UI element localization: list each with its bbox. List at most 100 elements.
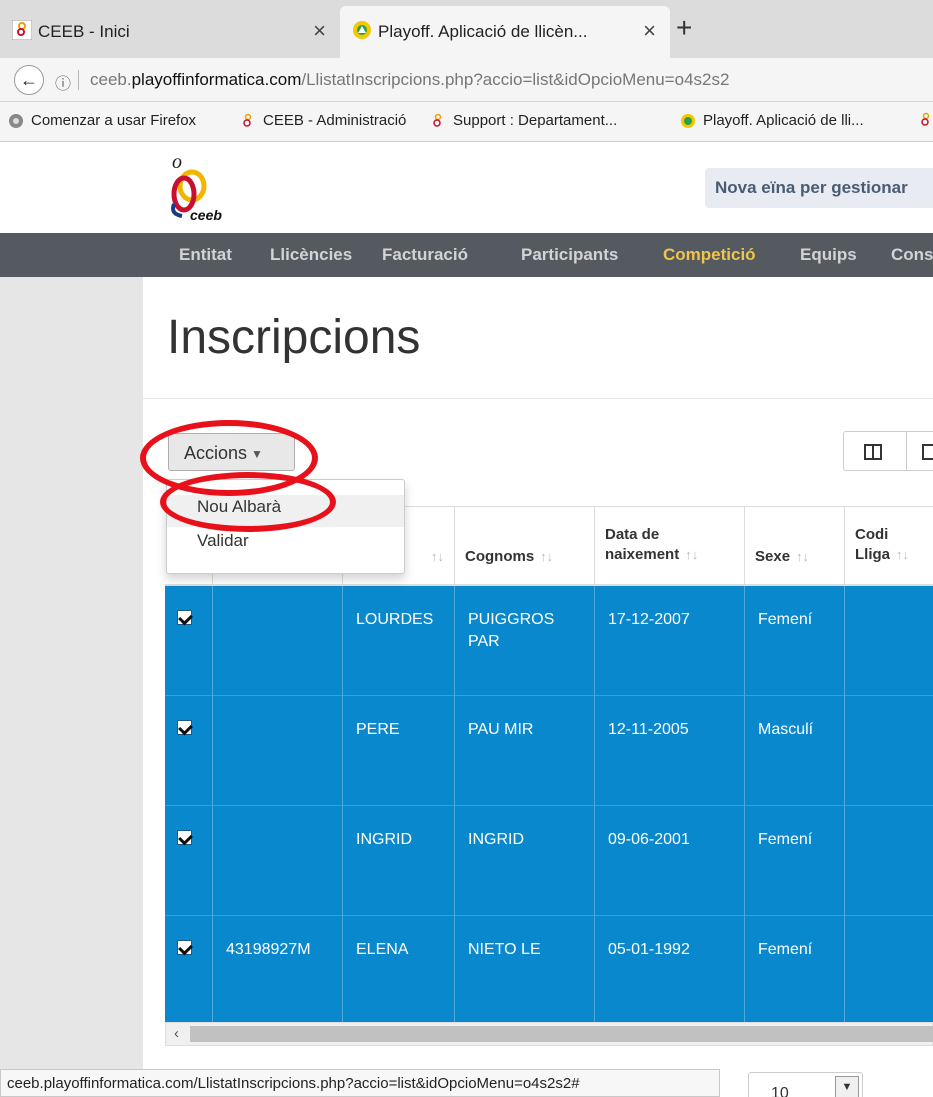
sort-icon: ↑↓ <box>896 547 910 562</box>
td-data: 09-06-2001 <box>595 806 745 916</box>
td-dni <box>213 696 343 806</box>
page-title: Inscripcions <box>167 311 421 364</box>
globe-icon <box>9 113 23 128</box>
divider <box>143 398 933 399</box>
sort-icon: ↑↓ <box>431 549 444 564</box>
browser-tab-playoff[interactable]: Playoff. Aplicació de llicèn... × <box>340 6 670 58</box>
nav-facturacio[interactable]: Facturació <box>382 245 468 265</box>
nav-cons[interactable]: Cons <box>891 245 933 265</box>
horizontal-scrollbar[interactable]: ‹ <box>165 1022 933 1046</box>
td-select <box>165 586 213 696</box>
menu-item-validar[interactable]: Validar <box>167 532 404 552</box>
td-codi <box>845 916 933 1026</box>
td-data: 12-11-2005 <box>595 696 745 806</box>
divider <box>78 70 79 90</box>
td-data: 17-12-2007 <box>595 586 745 696</box>
close-tab-icon[interactable]: × <box>313 18 326 44</box>
bookmark-ceeb-admin[interactable]: CEEB - Administració <box>240 112 406 129</box>
ceeb-logo[interactable]: o ceeb <box>160 148 250 230</box>
td-dni <box>213 586 343 696</box>
site-info-icon[interactable]: ⓘ <box>55 70 71 94</box>
nav-equips[interactable]: Equips <box>800 245 857 265</box>
browser-status-bar: ceeb.playoffinformatica.com/LlistatInscr… <box>0 1069 720 1097</box>
playoff-favicon-icon <box>353 21 371 39</box>
export-icon[interactable] <box>922 444 933 460</box>
scrollbar-thumb[interactable] <box>190 1026 933 1042</box>
chevron-down-icon[interactable]: ▼ <box>835 1076 859 1097</box>
nav-participants[interactable]: Participants <box>521 245 618 265</box>
th-data-naixement[interactable]: Data de naixement ↑↓ <box>595 507 745 587</box>
back-arrow-icon[interactable]: ← <box>14 65 44 95</box>
ceeb-icon <box>433 113 442 127</box>
th-sexe[interactable]: Sexe ↑↓ <box>745 507 845 587</box>
td-codi <box>845 806 933 916</box>
close-tab-icon[interactable]: × <box>643 18 656 44</box>
td-cognoms: PAU MIR <box>455 696 595 806</box>
nav-competicio[interactable]: Competició <box>663 245 756 265</box>
td-select <box>165 696 213 806</box>
main-navbar: Entitat Llicències Facturació Participan… <box>0 233 933 277</box>
td-select <box>165 806 213 916</box>
bookmark-label: CEEB - Administració <box>263 112 407 129</box>
table-row[interactable]: 43198927M ELENA NIETO LE 05-01-1992 Feme… <box>165 916 933 1026</box>
table-view-toggle <box>843 431 933 471</box>
th-cognoms[interactable]: Cognoms ↑↓ <box>455 507 595 587</box>
td-nom: LOURDES <box>343 586 455 696</box>
bookmark-firefox[interactable]: Comenzar a usar Firefox <box>8 112 196 129</box>
td-cognoms: NIETO LE <box>455 916 595 1026</box>
row-checkbox[interactable] <box>177 610 192 625</box>
address-bar: ← ⓘ ceeb.playoffinformatica.com/LlistatI… <box>0 58 933 102</box>
url-path: /LlistatInscripcions.php?accio=list&idOp… <box>301 70 730 89</box>
td-codi <box>845 586 933 696</box>
nav-llicencies[interactable]: Llicències <box>270 245 352 265</box>
tab-title: Playoff. Aplicació de llicèn... <box>378 22 588 41</box>
table-row[interactable]: INGRID INGRID 09-06-2001 Femení <box>165 806 933 916</box>
bookmark-label: Playoff. Aplicació de lli... <box>703 112 864 129</box>
ceeb-favicon-icon <box>12 20 32 40</box>
table-row[interactable]: LOURDES PUIGGROS PAR 17-12-2007 Femení <box>165 586 933 696</box>
td-data: 05-01-1992 <box>595 916 745 1026</box>
bookmark-support[interactable]: Support : Departament... <box>430 112 617 129</box>
th-label: Cognoms <box>465 548 535 565</box>
td-sexe: Femení <box>745 916 845 1026</box>
ceeb-icon <box>921 112 930 126</box>
td-cognoms: INGRID <box>455 806 595 916</box>
row-checkbox[interactable] <box>177 940 192 955</box>
sort-icon: ↑↓ <box>540 549 554 564</box>
page-size-value: 10 <box>771 1085 789 1097</box>
browser-tab-ceeb[interactable]: CEEB - Inici × <box>0 6 340 58</box>
td-nom: ELENA <box>343 916 455 1026</box>
td-dni: 43198927M <box>213 916 343 1026</box>
th-label: Sexe <box>755 548 791 565</box>
row-checkbox[interactable] <box>177 830 192 845</box>
nav-entitat[interactable]: Entitat <box>179 245 232 265</box>
bookmark-playoff[interactable]: Playoff. Aplicació de lli... <box>680 112 864 129</box>
td-dni <box>213 806 343 916</box>
columns-icon[interactable] <box>864 444 882 460</box>
td-nom: INGRID <box>343 806 455 916</box>
th-codi-lliga[interactable]: Codi Lliga ↑↓ <box>845 507 933 587</box>
td-nom: PERE <box>343 696 455 806</box>
announcement-banner: Nova eïna per gestionar <box>705 168 933 208</box>
th-label: Data de naixement <box>605 526 680 563</box>
td-sexe: Femení <box>745 806 845 916</box>
bookmark-overflow[interactable] <box>918 112 933 128</box>
svg-text:o: o <box>172 151 182 173</box>
new-tab-icon[interactable]: + <box>676 12 692 44</box>
left-gutter <box>0 277 143 1097</box>
row-checkbox[interactable] <box>177 720 192 735</box>
bookmark-label: Support : Departament... <box>453 112 618 129</box>
playoff-icon <box>681 113 695 128</box>
table-row[interactable]: PERE PAU MIR 12-11-2005 Masculí <box>165 696 933 806</box>
url-field[interactable]: ceeb.playoffinformatica.com/LlistatInscr… <box>90 70 729 90</box>
ceeb-icon <box>243 113 252 127</box>
annotation-oval-nou-albara <box>160 472 336 532</box>
sort-icon: ↑↓ <box>796 549 810 564</box>
bookmarks-bar: Comenzar a usar Firefox CEEB - Administr… <box>0 102 933 142</box>
td-select <box>165 916 213 1026</box>
divider <box>906 432 907 470</box>
scroll-left-icon[interactable]: ‹ <box>174 1025 179 1042</box>
url-domain: playoffinformatica.com <box>131 70 302 89</box>
browser-tab-bar: CEEB - Inici × Playoff. Aplicació de lli… <box>0 0 933 58</box>
page-size-select[interactable]: 10 ▼ <box>748 1072 863 1097</box>
